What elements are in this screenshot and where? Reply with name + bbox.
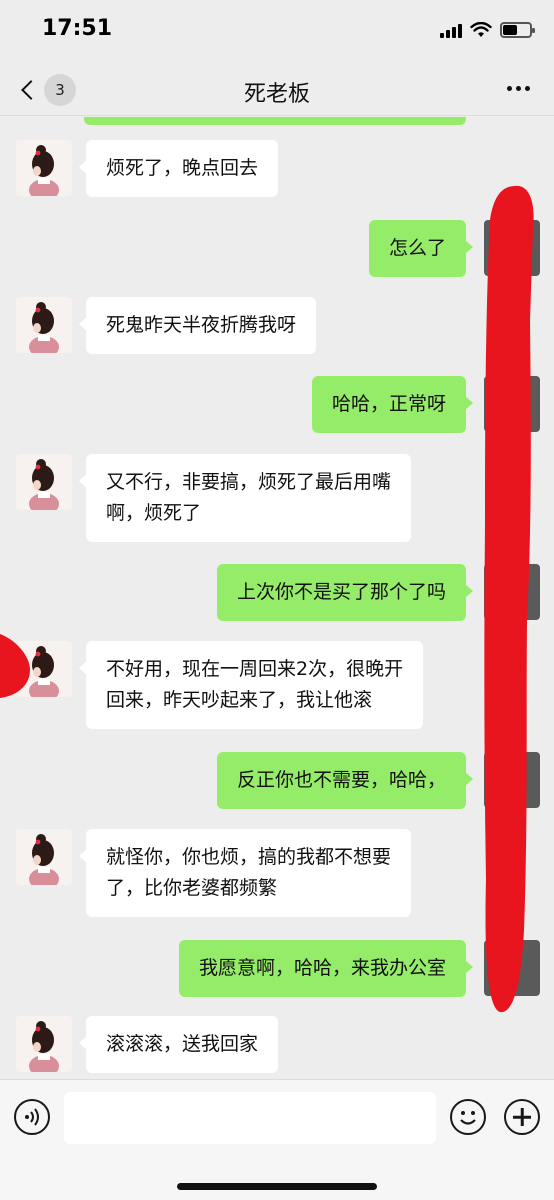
incoming-message-bubble[interactable]: 不好用，现在一周回来2次，很晚开 回来，昨天吵起来了，我让他滚 bbox=[78, 641, 424, 729]
contact-avatar[interactable] bbox=[16, 641, 72, 697]
signal-icon bbox=[440, 22, 462, 38]
plus-button[interactable] bbox=[504, 1099, 540, 1135]
message-text-line: 回来，昨天吵起来了，我让他滚 bbox=[106, 689, 373, 711]
message-text-line: 烦死了，晚点回去 bbox=[106, 157, 259, 179]
my-avatar[interactable] bbox=[484, 940, 540, 996]
my-avatar[interactable] bbox=[484, 564, 540, 620]
contact-avatar[interactable] bbox=[16, 297, 72, 353]
outgoing-message-bubble[interactable]: 我愿意啊，哈哈，来我办公室 bbox=[178, 940, 474, 997]
status-icons bbox=[440, 22, 535, 38]
input-bar bbox=[0, 1079, 554, 1200]
voice-button[interactable] bbox=[14, 1099, 50, 1135]
emoji-icon bbox=[460, 1111, 476, 1125]
message-text-line: 不好用，现在一周回来2次，很晚开 bbox=[106, 658, 404, 680]
more-button[interactable] bbox=[507, 86, 530, 91]
outgoing-message-bubble[interactable]: 上次你不是买了那个了吗 bbox=[216, 564, 474, 621]
my-avatar[interactable] bbox=[484, 376, 540, 432]
chat-title: 死老板 bbox=[243, 82, 310, 107]
my-avatar[interactable] bbox=[484, 220, 540, 276]
message-text-line: 就怪你，你也烦，搞的我都不想要 bbox=[106, 846, 392, 868]
nav-bar: 3 死老板 bbox=[0, 66, 554, 116]
wifi-icon bbox=[470, 22, 492, 37]
message-text-line: 了，比你老婆都频繁 bbox=[106, 877, 278, 899]
contact-avatar[interactable] bbox=[16, 140, 72, 196]
message-text-line: 死鬼昨天半夜折腾我呀 bbox=[106, 314, 297, 336]
incoming-message-bubble[interactable]: 又不行，非要搞，烦死了最后用嘴 啊，烦死了 bbox=[78, 454, 412, 542]
message-text-line: 又不行，非要搞，烦死了最后用嘴 bbox=[106, 471, 392, 493]
message-text-line: 滚滚滚，送我回家 bbox=[106, 1033, 259, 1055]
status-time: 17:51 bbox=[42, 16, 113, 41]
incoming-message-bubble[interactable]: 烦死了，晚点回去 bbox=[78, 140, 279, 197]
contact-avatar[interactable] bbox=[16, 1016, 72, 1072]
contact-avatar[interactable] bbox=[16, 454, 72, 510]
message-text-line: 哈哈，正常呀 bbox=[331, 393, 446, 415]
message-text-line: 我愿意啊，哈哈，来我办公室 bbox=[198, 957, 446, 979]
partial-message-bubble bbox=[84, 117, 466, 125]
more-dots-icon bbox=[507, 86, 512, 91]
battery-icon bbox=[500, 22, 535, 38]
outgoing-message-bubble[interactable]: 反正你也不需要，哈哈， bbox=[216, 752, 474, 809]
chat-area[interactable]: 烦死了，晚点回去怎么了 死鬼昨天半夜折腾我呀哈哈，正常呀 又不行，非要搞，烦死了… bbox=[0, 117, 554, 1079]
message-text-line: 反正你也不需要，哈哈， bbox=[236, 769, 446, 791]
outgoing-message-bubble[interactable]: 哈哈，正常呀 bbox=[311, 376, 474, 433]
message-input[interactable] bbox=[64, 1092, 436, 1144]
message-text-line: 啊，烦死了 bbox=[106, 502, 202, 524]
contact-avatar[interactable] bbox=[16, 829, 72, 885]
voice-icon bbox=[25, 1108, 39, 1126]
my-avatar[interactable] bbox=[484, 752, 540, 808]
home-indicator bbox=[177, 1183, 377, 1190]
emoji-button[interactable] bbox=[450, 1099, 486, 1135]
message-text-line: 怎么了 bbox=[388, 237, 446, 259]
message-text-line: 上次你不是买了那个了吗 bbox=[236, 581, 446, 603]
incoming-message-bubble[interactable]: 滚滚滚，送我回家 bbox=[78, 1016, 279, 1073]
status-bar: 17:51 bbox=[0, 0, 554, 66]
incoming-message-bubble[interactable]: 就怪你，你也烦，搞的我都不想要 了，比你老婆都频繁 bbox=[78, 829, 412, 917]
incoming-message-bubble[interactable]: 死鬼昨天半夜折腾我呀 bbox=[78, 297, 317, 354]
outgoing-message-bubble[interactable]: 怎么了 bbox=[368, 220, 474, 277]
